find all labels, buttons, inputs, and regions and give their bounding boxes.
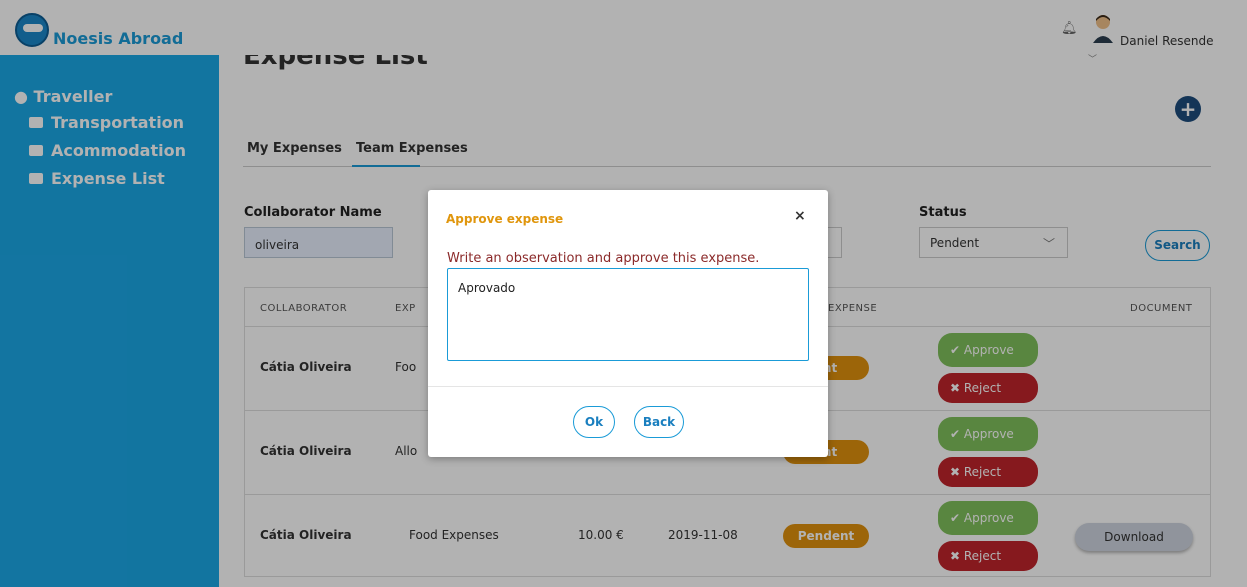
modal-title: Approve expense (446, 212, 564, 226)
modal-divider (428, 386, 828, 387)
close-icon[interactable]: × (794, 208, 806, 224)
observation-textarea[interactable]: Aprovado (447, 268, 809, 361)
approve-expense-modal: Approve expense × Write an observation a… (428, 190, 828, 457)
ok-button[interactable]: Ok (573, 406, 615, 438)
modal-instruction: Write an observation and approve this ex… (447, 251, 760, 266)
back-button[interactable]: Back (634, 406, 684, 438)
